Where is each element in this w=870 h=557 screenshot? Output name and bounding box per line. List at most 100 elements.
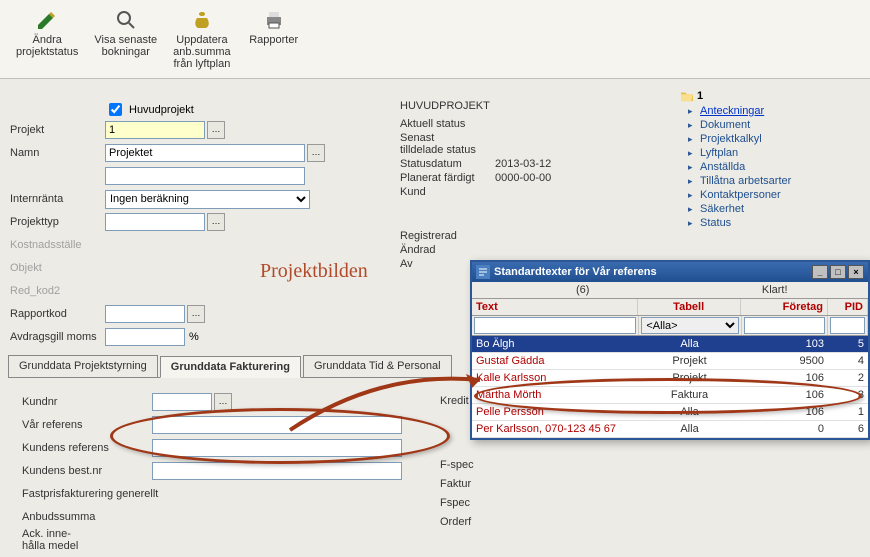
- tab-projektstyrning[interactable]: Grunddata Projektstyrning: [8, 355, 158, 377]
- tab-fakturering[interactable]: Grunddata Fakturering: [160, 356, 301, 378]
- pencil-icon: [35, 8, 59, 32]
- cell-foretag: 106: [741, 404, 828, 420]
- tree-item-link[interactable]: Tillåtna arbetsarter: [700, 175, 791, 187]
- tree-item-link[interactable]: Lyftplan: [700, 147, 738, 159]
- update-sum-label: Uppdatera anb.summa från lyftplan: [173, 34, 230, 70]
- kund-label: Kund: [400, 186, 495, 198]
- tab-bar: Grunddata Projektstyrning Grunddata Fakt…: [8, 355, 468, 378]
- projekt-lookup-button[interactable]: …: [207, 121, 225, 139]
- status-block: HUVUDPROJEKT Aktuell status Senast tilld…: [400, 100, 650, 272]
- dialog-titlebar[interactable]: Standardtexter för Vår referens _ □ ×: [472, 262, 868, 282]
- dialog-count: (6): [478, 284, 687, 296]
- minimize-button[interactable]: _: [812, 265, 828, 279]
- tree-item-link[interactable]: Projektkalkyl: [700, 133, 762, 145]
- kundbest-field[interactable]: [152, 462, 402, 480]
- table-row[interactable]: Pelle PerssonAlla1061: [472, 404, 868, 421]
- varreferens-label: Vår referens: [22, 419, 152, 431]
- view-bookings-button[interactable]: Visa senaste bokningar: [86, 4, 165, 74]
- cell-pid: 5: [828, 336, 868, 352]
- objekt-label: Objekt: [10, 262, 105, 274]
- kundnr-label: Kundnr: [22, 396, 152, 408]
- tree-item-link[interactable]: Status: [700, 217, 731, 229]
- filter-pid-input[interactable]: [830, 317, 865, 334]
- cell-tabell: Alla: [638, 404, 741, 420]
- tree-item[interactable]: Projektkalkyl: [700, 132, 860, 146]
- redkod2-label: Red_kod2: [10, 285, 105, 297]
- statusdatum-label: Statusdatum: [400, 158, 495, 170]
- main-project-checkbox[interactable]: [109, 103, 122, 116]
- table-row[interactable]: Märtha MörthFaktura1063: [472, 387, 868, 404]
- planerat-value: 0000-00-00: [495, 172, 551, 184]
- col-foretag[interactable]: Företag: [741, 299, 828, 315]
- dialog-title: Standardtexter för Vår referens: [494, 266, 657, 278]
- namn-label: Namn: [10, 147, 105, 159]
- cell-text: Märtha Mörth: [472, 387, 638, 403]
- projekt-field[interactable]: [105, 121, 205, 139]
- col-tabell[interactable]: Tabell: [638, 299, 741, 315]
- planerat-label: Planerat färdigt: [400, 172, 495, 184]
- update-sum-button[interactable]: Uppdatera anb.summa från lyftplan: [165, 4, 238, 74]
- tree-item[interactable]: Anteckningar: [700, 104, 860, 118]
- cell-text: Per Karlsson, 070-123 45 67: [472, 421, 638, 437]
- varreferens-field[interactable]: [152, 416, 402, 434]
- printer-icon: [262, 8, 286, 32]
- namn2-field[interactable]: [105, 167, 305, 185]
- table-row[interactable]: Bo ÄlghAlla1035: [472, 336, 868, 353]
- filter-tabell-select[interactable]: <Alla>: [641, 317, 738, 334]
- anbud-label: Anbudssumma: [22, 511, 152, 523]
- maximize-button[interactable]: □: [830, 265, 846, 279]
- rapportkod-lookup-button[interactable]: …: [187, 305, 205, 323]
- tree-item[interactable]: Lyftplan: [700, 146, 860, 160]
- filter-foretag-input[interactable]: [744, 317, 825, 334]
- col-pid[interactable]: PID: [828, 299, 868, 315]
- tree-item-link[interactable]: Anställda: [700, 161, 745, 173]
- kundnr-field[interactable]: [152, 393, 212, 411]
- projekttyp-field[interactable]: [105, 213, 205, 231]
- tree-item-link[interactable]: Kontaktpersoner: [700, 189, 781, 201]
- table-row[interactable]: Gustaf GäddaProjekt95004: [472, 353, 868, 370]
- close-button[interactable]: ×: [848, 265, 864, 279]
- reports-button[interactable]: Rapporter: [239, 4, 309, 74]
- table-row[interactable]: Per Karlsson, 070-123 45 67Alla06: [472, 421, 868, 438]
- tree-item[interactable]: Säkerhet: [700, 202, 860, 216]
- senast-label: Senast tilldelade status: [400, 132, 495, 156]
- find-icon: [114, 8, 138, 32]
- projekttyp-label: Projekttyp: [10, 216, 105, 228]
- internranta-label: Internränta: [10, 193, 105, 205]
- filter-text-input[interactable]: [474, 317, 636, 334]
- rapportkod-field[interactable]: [105, 305, 185, 323]
- namn-lookup-button[interactable]: …: [307, 144, 325, 162]
- tab-body-fakturering: Kundnr … Vår referens Kundens referens Ku…: [8, 378, 468, 553]
- tree-item[interactable]: Anställda: [700, 160, 860, 174]
- tree-item[interactable]: Dokument: [700, 118, 860, 132]
- kundref-label: Kundens referens: [22, 442, 152, 454]
- tab-tid-personal[interactable]: Grunddata Tid & Personal: [303, 355, 452, 377]
- cell-tabell: Faktura: [638, 387, 741, 403]
- tree-root[interactable]: 1: [680, 90, 860, 102]
- dialog-filter-row: <Alla>: [472, 316, 868, 336]
- namn-field[interactable]: [105, 144, 305, 162]
- edit-status-button[interactable]: Ändra projektstatus: [8, 4, 86, 74]
- cell-tabell: Projekt: [638, 370, 741, 386]
- kundbest-label: Kundens best.nr: [22, 465, 152, 477]
- cell-foretag: 0: [741, 421, 828, 437]
- cell-text: Gustaf Gädda: [472, 353, 638, 369]
- col-text[interactable]: Text: [472, 299, 638, 315]
- kostnadsstalle-label: Kostnadsställe: [10, 239, 105, 251]
- dialog-grid: Bo ÄlghAlla1035Gustaf GäddaProjekt95004K…: [472, 336, 868, 438]
- avdrmoms-field[interactable]: [105, 328, 185, 346]
- nav-tree: 1 Anteckningar Dokument Projektkalkyl Lyftp…: [680, 90, 860, 232]
- tree-item[interactable]: Kontaktpersoner: [700, 188, 860, 202]
- tree-item-link[interactable]: Säkerhet: [700, 203, 744, 215]
- table-row[interactable]: Kalle KarlssonProjekt1062: [472, 370, 868, 387]
- tree-item[interactable]: Status: [700, 216, 860, 230]
- kundref-field[interactable]: [152, 439, 402, 457]
- kundnr-lookup-button[interactable]: …: [214, 393, 232, 411]
- internranta-select[interactable]: Ingen beräkning: [105, 190, 310, 209]
- tree-item[interactable]: Tillåtna arbetsarter: [700, 174, 860, 188]
- projekttyp-lookup-button[interactable]: …: [207, 213, 225, 231]
- tree-item-link[interactable]: Anteckningar: [700, 105, 764, 117]
- cell-tabell: Projekt: [638, 353, 741, 369]
- cell-pid: 1: [828, 404, 868, 420]
- tree-item-link[interactable]: Dokument: [700, 119, 750, 131]
